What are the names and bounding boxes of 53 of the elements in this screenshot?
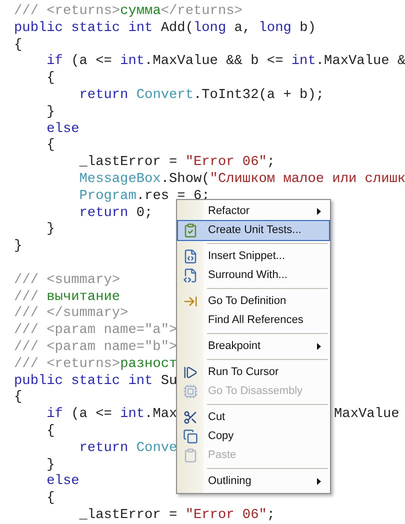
code-line: return Conve — [78, 440, 178, 456]
code-line: /// <returns>разност — [14, 356, 178, 372]
code-line: else — [46, 474, 80, 490]
step-forward-icon — [183, 365, 198, 380]
menu-item[interactable]: Find All References — [178, 311, 329, 330]
code-line: if (a <= int.MaxValue && b <= int.MaxValue & — [46, 54, 405, 70]
code-line: } — [46, 222, 55, 238]
code-line: /// <param name="a"> — [14, 323, 178, 338]
code-line: else — [46, 122, 80, 137]
clipboard-check-icon — [183, 223, 198, 238]
code-line: } — [46, 104, 55, 120]
code-line: { — [14, 38, 22, 53]
menu-item[interactable]: Run To Cursor — [178, 363, 329, 382]
code-line: /// <summary> — [14, 272, 120, 288]
code-file-icon — [183, 268, 198, 283]
menu-item[interactable]: Cut — [178, 408, 329, 427]
code-line: return Convert.ToInt32(a + b); — [78, 88, 324, 103]
code-line: { — [46, 424, 55, 439]
code-line: _lastError = "Error 06"; — [78, 155, 276, 170]
code-line: /// <param name="b"> — [14, 340, 178, 355]
code-line: /// <returns>сумма</returns> — [14, 4, 242, 19]
menu-item[interactable]: Refactor — [178, 202, 329, 221]
code-line: return 0; — [78, 206, 153, 221]
code-line: if (a <= int.Max — [46, 407, 178, 422]
code-line: } — [46, 458, 55, 473]
scissors-icon — [183, 410, 198, 425]
submenu-arrow-icon — [317, 478, 321, 485]
code-line: { — [46, 71, 55, 86]
code-line: MaxValue — [334, 407, 400, 424]
code-line: { — [46, 491, 55, 506]
menu-item[interactable]: Copy — [178, 427, 329, 446]
menu-item[interactable]: Surround With... — [178, 266, 329, 285]
arrow-to-line-icon — [183, 294, 198, 309]
chip-icon — [183, 384, 198, 399]
code-line: /// вычитание — [14, 290, 120, 305]
code-line: } — [14, 239, 22, 254]
menu-item[interactable]: Create Unit Tests... — [178, 221, 329, 240]
code-line: MessageBox.Show("Слишком малое или слишк — [78, 172, 405, 187]
menu-item[interactable]: Go To Definition — [178, 292, 329, 311]
code-file-icon — [183, 249, 198, 264]
clipboard-icon — [183, 448, 198, 463]
code-line: { — [14, 390, 22, 406]
code-line: /// </summary> — [14, 306, 128, 322]
menu-item[interactable]: Outlining — [178, 472, 329, 491]
menu-item[interactable]: Breakpoint — [178, 337, 329, 356]
code-line: { — [46, 138, 55, 154]
menu-item[interactable]: Insert Snippet... — [178, 247, 329, 266]
code-line: _lastError = "Error 06"; — [78, 508, 276, 523]
code-line: public static int Su — [14, 374, 178, 389]
copy-icon — [183, 429, 198, 444]
code-line: public static int Add(long a, long b) — [14, 20, 316, 36]
submenu-arrow-icon — [317, 343, 321, 350]
submenu-arrow-icon — [317, 208, 321, 215]
